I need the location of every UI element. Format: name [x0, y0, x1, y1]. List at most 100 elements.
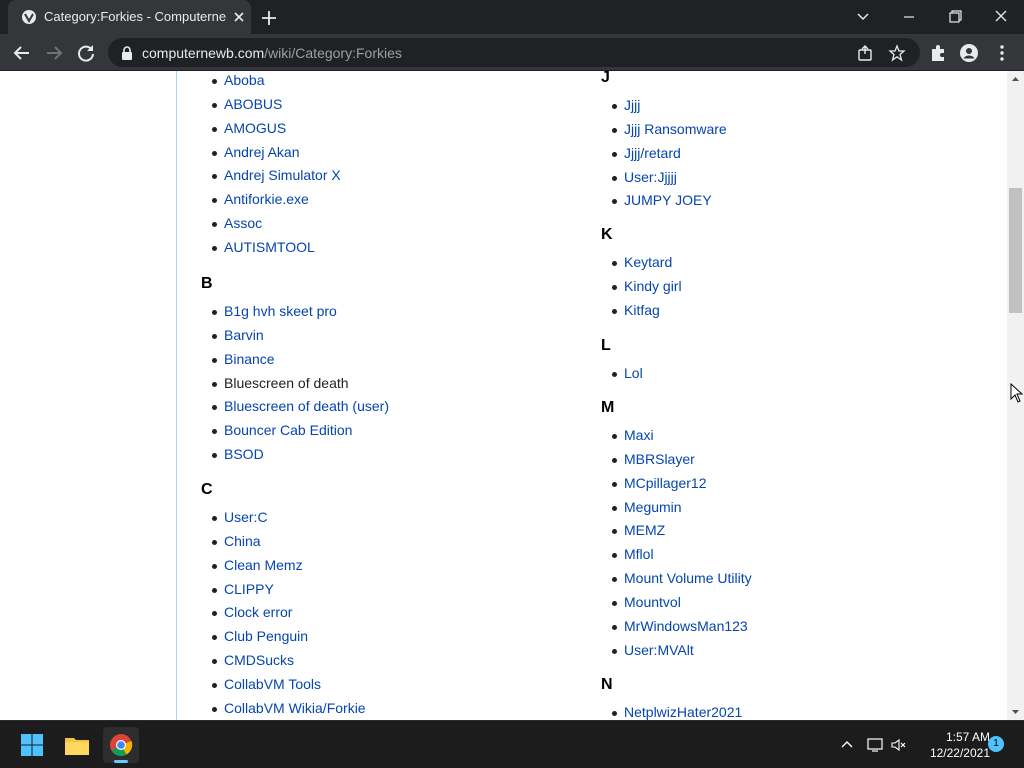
chevron-up-icon[interactable]	[838, 736, 856, 754]
page-link[interactable]: Maxi	[624, 427, 654, 443]
system-clock[interactable]: 1:57 AM 12/22/2021	[912, 729, 990, 761]
url-path: /wiki/Category:Forkies	[264, 45, 402, 61]
page-link[interactable]: Bluescreen of death	[224, 375, 349, 391]
close-window-icon[interactable]	[989, 6, 1013, 28]
network-monitor-icon[interactable]	[866, 736, 884, 754]
page-link[interactable]: Bouncer Cab Edition	[224, 422, 352, 438]
list-item: Clean Memz	[201, 554, 366, 578]
reload-icon[interactable]	[74, 41, 98, 65]
list-item: MCpillager12	[601, 472, 752, 496]
list-item: JUMPY JOEY	[601, 189, 727, 213]
restore-icon[interactable]	[943, 6, 967, 28]
page-link[interactable]: Barvin	[224, 327, 264, 343]
list-item: Lol	[601, 362, 643, 386]
list-item: Binance	[201, 348, 389, 372]
page-link[interactable]: NetplwizHater2021	[624, 704, 742, 720]
scrollbar-thumb[interactable]	[1009, 188, 1022, 313]
page-link[interactable]: Kindy girl	[624, 278, 682, 294]
browser-tab[interactable]: Category:Forkies - Computernewb	[8, 0, 251, 34]
page-link[interactable]: JUMPY JOEY	[624, 192, 712, 208]
page-link[interactable]: Bluescreen of death (user)	[224, 398, 389, 414]
list-item: Kitfag	[601, 299, 682, 323]
start-button[interactable]	[14, 727, 50, 763]
page-link[interactable]: China	[224, 533, 261, 549]
page-link[interactable]: Kitfag	[624, 302, 660, 318]
profile-avatar-icon[interactable]	[959, 43, 979, 63]
speaker-muted-icon[interactable]	[890, 736, 908, 754]
minimize-icon[interactable]	[897, 6, 921, 28]
list-item: China	[201, 530, 366, 554]
page-link[interactable]: Mount Volume Utility	[624, 570, 752, 586]
list-item: CMDSucks	[201, 649, 366, 673]
lock-icon[interactable]	[120, 45, 134, 61]
page-link[interactable]: AUTISMTOOL	[224, 239, 315, 255]
folder-icon	[65, 738, 89, 755]
page-link[interactable]: Lol	[624, 365, 643, 381]
page-link[interactable]: CollabVM Wikia/Forkie	[224, 700, 366, 716]
clock-time: 1:57 AM	[945, 730, 990, 744]
list-item: Clock error	[201, 601, 366, 625]
tab-search-chevron-icon[interactable]	[851, 6, 875, 28]
list-item: Keytard	[601, 251, 682, 275]
list-item: Club Penguin	[201, 625, 366, 649]
url-text[interactable]: computernewb.com/wiki/Category:Forkies	[142, 45, 402, 61]
list-item: Mountvol	[601, 591, 752, 615]
notification-badge[interactable]: 1	[988, 736, 1004, 752]
file-explorer-button[interactable]	[59, 727, 95, 763]
wiki-favicon-icon	[22, 10, 36, 24]
share-icon[interactable]	[856, 44, 874, 62]
back-arrow-icon[interactable]	[10, 41, 34, 65]
page-link[interactable]: User:C	[224, 509, 268, 525]
page-link[interactable]: AMOGUS	[224, 120, 286, 136]
scroll-down-arrow-icon[interactable]	[1011, 707, 1020, 716]
section-heading: B	[201, 275, 213, 292]
list-item: Assoc	[201, 212, 341, 236]
list-item: CLIPPY	[201, 578, 366, 602]
page-link[interactable]: Andrej Akan	[224, 144, 300, 160]
list-item: Barvin	[201, 324, 389, 348]
page-link[interactable]: CMDSucks	[224, 652, 294, 668]
page-list: B1g hvh skeet pro Barvin Binance Bluescr…	[201, 300, 389, 467]
page-link[interactable]: Keytard	[624, 254, 672, 270]
list-item: Andrej Simulator X	[201, 164, 341, 188]
page-link[interactable]: ABOBUS	[224, 96, 282, 112]
list-item: B1g hvh skeet pro	[201, 300, 389, 324]
page-link[interactable]: MBRSlayer	[624, 451, 695, 467]
list-item: MBRSlayer	[601, 448, 752, 472]
page-link[interactable]: BSOD	[224, 446, 264, 462]
address-bar[interactable]: computernewb.com/wiki/Category:Forkies	[108, 38, 920, 67]
page-link[interactable]: MEMZ	[624, 522, 665, 538]
page-link[interactable]: Megumin	[624, 499, 682, 515]
menu-kebab-icon[interactable]	[992, 43, 1012, 63]
page-link[interactable]: Jjjj Ransomware	[624, 121, 727, 137]
page-link[interactable]: Binance	[224, 351, 275, 367]
list-item: AMOGUS	[201, 117, 341, 141]
list-item: Andrej Akan	[201, 141, 341, 165]
page-link[interactable]: User:Jjjjj	[624, 169, 677, 185]
section-a: Aboba ABOBUS AMOGUS Andrej Akan Andrej S…	[201, 71, 341, 260]
page-link[interactable]: Mountvol	[624, 594, 681, 610]
forward-arrow-icon[interactable]	[42, 41, 66, 65]
page-link[interactable]: Aboba	[224, 72, 264, 88]
page-link[interactable]: Jjjj	[624, 97, 640, 113]
page-link[interactable]: MrWindowsMan123	[624, 618, 748, 634]
extensions-puzzle-icon[interactable]	[928, 43, 948, 63]
page-link[interactable]: CLIPPY	[224, 581, 274, 597]
page-link[interactable]: Assoc	[224, 215, 262, 231]
new-tab-icon[interactable]	[258, 7, 280, 29]
page-link[interactable]: Clean Memz	[224, 557, 303, 573]
page-link[interactable]: User:MVAlt	[624, 642, 694, 658]
page-link[interactable]: Mflol	[624, 546, 654, 562]
scroll-up-arrow-icon[interactable]	[1011, 75, 1020, 84]
bookmark-star-icon[interactable]	[888, 44, 906, 62]
page-link[interactable]: Jjjj/retard	[624, 145, 681, 161]
page-link[interactable]: CollabVM Tools	[224, 676, 321, 692]
page-link[interactable]: B1g hvh skeet pro	[224, 303, 337, 319]
page-link[interactable]: MCpillager12	[624, 475, 706, 491]
chrome-taskbar-button[interactable]	[103, 727, 139, 763]
page-link[interactable]: Clock error	[224, 604, 292, 620]
page-link[interactable]: Club Penguin	[224, 628, 308, 644]
page-link[interactable]: Antiforkie.exe	[224, 191, 309, 207]
close-tab-icon[interactable]	[231, 9, 247, 25]
page-link[interactable]: Andrej Simulator X	[224, 167, 341, 183]
